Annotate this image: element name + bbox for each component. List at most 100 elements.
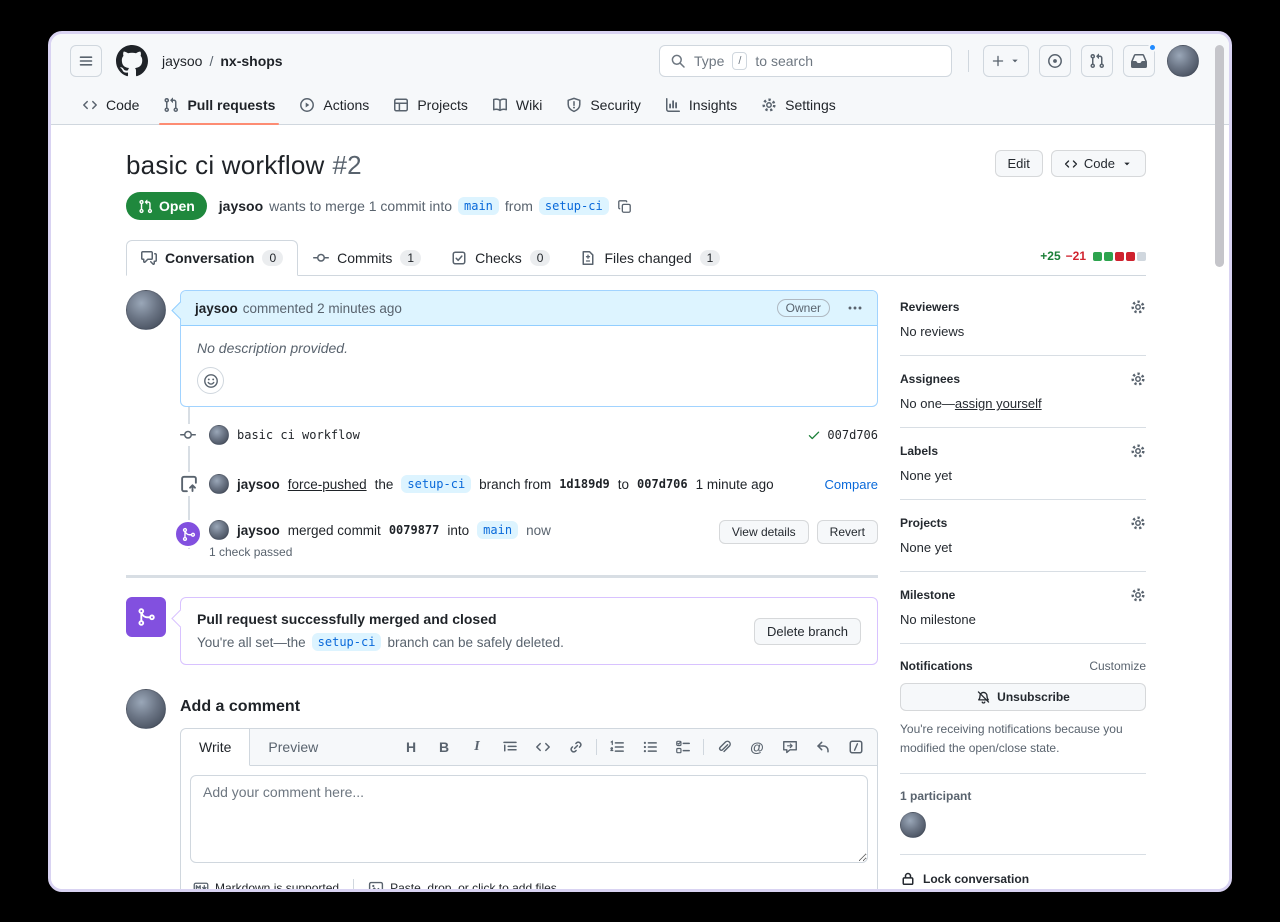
tab-checks[interactable]: Checks 0 [436,240,565,276]
cross-reference-tool[interactable] [781,738,799,756]
event-text: into [447,523,469,538]
attach-file-tool[interactable] [715,738,733,756]
quote-tool[interactable] [501,738,519,756]
branch-chip[interactable]: main [477,521,518,539]
user-avatar[interactable] [1167,45,1199,77]
nav-tab-actions[interactable]: Actions [291,88,377,124]
avatar[interactable] [209,520,229,540]
nav-tab-security[interactable]: Security [558,88,649,124]
delete-branch-button[interactable]: Delete branch [754,618,861,645]
unsubscribe-button[interactable]: Unsubscribe [900,683,1146,711]
comment-author-link[interactable]: jaysoo [195,301,238,316]
markdown-supported-hint[interactable]: Markdown is supported [193,880,339,892]
sha-before-link[interactable]: 1d189d9 [559,477,610,491]
lock-conversation-button[interactable]: Lock conversation [900,855,1146,892]
pull-requests-button[interactable] [1081,45,1113,77]
comment-menu-button[interactable] [847,300,863,316]
comment-author-avatar[interactable] [126,290,166,330]
event-text: to [618,477,629,492]
check-passed-text[interactable]: 1 check passed [209,545,698,559]
customize-link[interactable]: Customize [1089,659,1146,673]
bullet-list-tool[interactable] [641,738,659,756]
attach-files-hint[interactable]: Paste, drop, or click to add files [368,880,557,892]
merged-sha-link[interactable]: 0079877 [389,523,440,537]
mention-tool[interactable]: @ [748,738,766,756]
github-logo-icon[interactable] [116,45,148,77]
gear-icon[interactable] [1130,515,1146,531]
task-list-tool[interactable] [674,738,692,756]
add-reaction-button[interactable] [197,367,224,394]
branch-chip[interactable]: setup-ci [312,633,382,651]
event-author-link[interactable]: jaysoo [237,477,280,492]
bell-slash-icon [976,690,991,705]
view-details-button[interactable]: View details [719,520,809,544]
gear-icon[interactable] [1130,299,1146,315]
avatar[interactable] [209,425,229,445]
event-author-link[interactable]: jaysoo [237,523,280,538]
tab-files-changed[interactable]: Files changed 1 [565,240,735,276]
base-branch-chip[interactable]: main [458,197,499,215]
scrollbar-thumb[interactable] [1215,45,1224,267]
nav-tab-label: Wiki [516,97,542,113]
avatar[interactable] [209,474,229,494]
hamburger-menu-button[interactable] [70,45,102,77]
tab-count: 1 [700,250,721,266]
search-placeholder-prefix: Type [694,53,724,69]
comment-textarea[interactable] [190,775,868,863]
edit-button[interactable]: Edit [995,150,1043,177]
issues-button[interactable] [1039,45,1071,77]
tab-label: Commits [337,250,392,266]
code-dropdown-button[interactable]: Code [1051,150,1146,177]
pr-author-link[interactable]: jaysoo [219,198,263,214]
nav-tab-wiki[interactable]: Wiki [484,88,550,124]
bold-tool[interactable]: B [435,738,453,756]
check-success-icon[interactable] [807,428,821,442]
gear-icon[interactable] [1130,443,1146,459]
italic-tool[interactable]: I [468,738,486,756]
tab-commits[interactable]: Commits 1 [298,240,436,276]
scrollbar-track[interactable] [1213,38,1226,885]
breadcrumb-repo[interactable]: nx-shops [220,53,282,69]
force-push-link[interactable]: force-pushed [288,477,367,492]
tab-conversation[interactable]: Conversation 0 [126,240,298,276]
nav-tab-label: Actions [323,97,369,113]
nav-tab-settings[interactable]: Settings [753,88,844,124]
event-timestamp: 1 minute ago [696,477,774,492]
participant-avatar[interactable] [900,812,926,838]
section-body: No one— [900,396,955,411]
link-tool[interactable] [567,738,585,756]
create-new-button[interactable] [983,45,1029,77]
nav-tab-insights[interactable]: Insights [657,88,745,124]
slash-commands-tool[interactable] [847,738,865,756]
write-tab[interactable]: Write [181,729,250,766]
sha-after-link[interactable]: 007d706 [637,477,688,491]
search-input[interactable]: Type / to search [659,45,952,77]
sidebar-section-notifications: Notifications Customize Unsubscribe You'… [900,644,1146,774]
section-body: No milestone [900,612,1146,627]
assign-yourself-link[interactable]: assign yourself [955,396,1042,411]
section-title: Notifications [900,659,973,673]
copy-branch-button[interactable] [617,199,632,214]
revert-button[interactable]: Revert [817,520,878,544]
event-text: merged commit [288,523,381,538]
inbox-button[interactable] [1123,45,1155,77]
nav-tab-pull-requests[interactable]: Pull requests [155,88,283,124]
breadcrumb-owner[interactable]: jaysoo [162,53,202,69]
commit-message-link[interactable]: basic ci workflow [237,428,360,442]
preview-tab[interactable]: Preview [250,729,336,765]
nav-tab-code[interactable]: Code [74,88,147,124]
numbered-list-tool[interactable] [608,738,626,756]
inbox-icon [1131,53,1147,69]
commit-sha-link[interactable]: 007d706 [827,428,878,442]
nav-tab-projects[interactable]: Projects [385,88,476,124]
head-branch-chip[interactable]: setup-ci [539,197,609,215]
gear-icon[interactable] [1130,371,1146,387]
compare-link[interactable]: Compare [825,477,878,492]
gear-icon[interactable] [1130,587,1146,603]
heading-tool[interactable]: H [402,738,420,756]
code-tool[interactable] [534,738,552,756]
nav-tab-label: Settings [785,97,836,113]
current-user-avatar[interactable] [126,689,166,729]
branch-chip[interactable]: setup-ci [401,475,471,493]
saved-replies-tool[interactable] [814,738,832,756]
